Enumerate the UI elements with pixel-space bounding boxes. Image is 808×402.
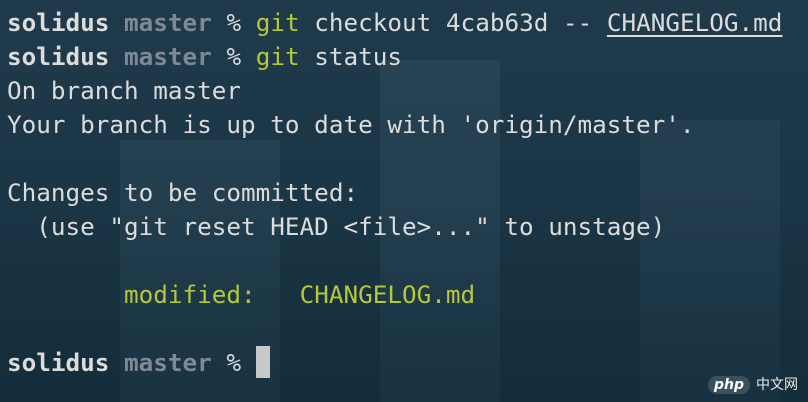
modified-label: modified: [124, 280, 256, 309]
watermark: php 中文网 [707, 376, 798, 394]
command-args: status [314, 42, 403, 71]
prompt-symbol: % [226, 42, 242, 71]
terminal-window[interactable]: solidus master % git checkout 4cab63d --… [0, 0, 808, 402]
output-modified-entry: modified: CHANGELOG.md [7, 278, 808, 312]
file-path-link[interactable]: CHANGELOG.md [607, 8, 783, 37]
prompt-user: solidus [7, 348, 110, 377]
command-args: checkout 4cab63d -- [314, 8, 593, 37]
output-branch-status: Your branch is up to date with 'origin/m… [7, 110, 695, 139]
terminal-line-command-status: solidus master % git status [7, 40, 808, 74]
prompt-symbol: % [226, 8, 242, 37]
terminal-output: solidus master % git checkout 4cab63d --… [7, 6, 808, 380]
prompt-directory: master [124, 42, 212, 71]
prompt-directory: master [124, 8, 212, 37]
prompt-symbol: % [226, 348, 242, 377]
php-logo-icon: php [707, 376, 750, 394]
terminal-line-active-prompt[interactable]: solidus master % [7, 346, 808, 380]
terminal-line-command-checkout: solidus master % git checkout 4cab63d --… [7, 6, 808, 40]
output-blank-line [7, 142, 808, 176]
prompt-directory: master [124, 348, 212, 377]
prompt-user: solidus [7, 8, 110, 37]
output-blank-line [7, 244, 808, 278]
command-name: git [255, 8, 300, 37]
modified-file: CHANGELOG.md [299, 280, 476, 309]
output-branch-line: On branch master [7, 76, 242, 105]
prompt-user: solidus [7, 42, 110, 71]
command-name: git [255, 42, 300, 71]
watermark-text: 中文网 [756, 377, 798, 393]
output-hint: (use "git reset HEAD <file>..." to unsta… [7, 212, 666, 241]
output-blank-line [7, 312, 808, 346]
text-cursor[interactable] [255, 346, 270, 378]
output-changes-heading: Changes to be committed: [7, 178, 359, 207]
